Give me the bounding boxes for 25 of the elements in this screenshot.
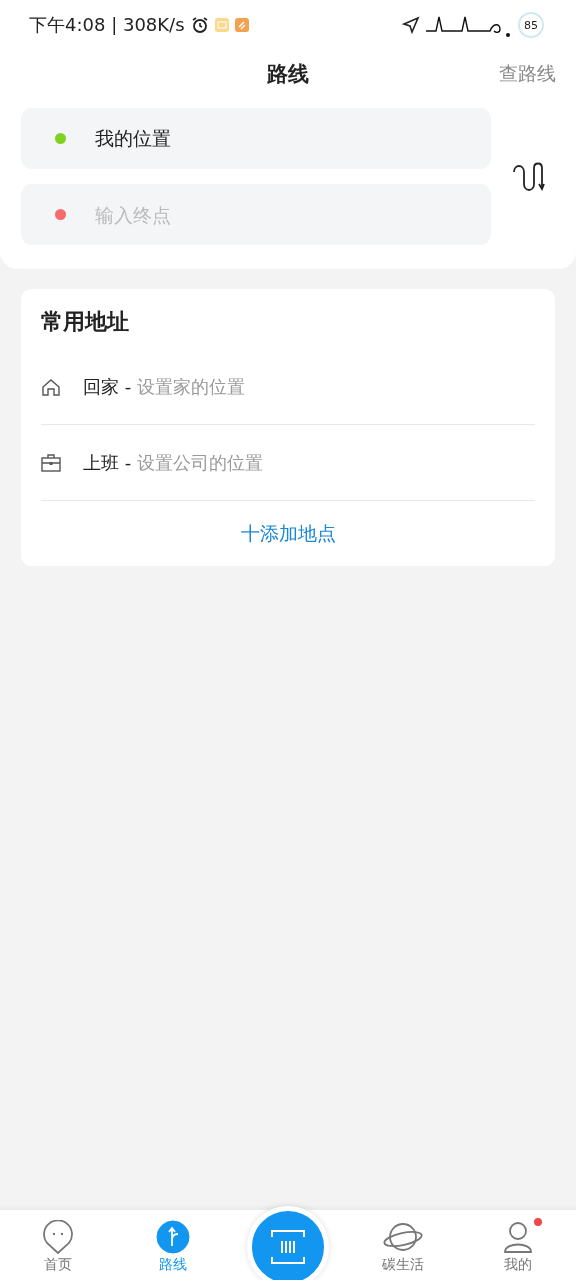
briefcase-icon <box>41 453 61 472</box>
find-route-link[interactable]: 查路线 <box>499 61 556 87</box>
tab-item[interactable]: 路线 <box>115 1220 231 1280</box>
location-pin-icon <box>41 1220 74 1254</box>
tab-item[interactable]: 我的 <box>460 1220 576 1280</box>
status-time: 下午4:08 | 308K/s <box>29 13 185 37</box>
mail-icon <box>214 18 229 32</box>
scan-icon <box>268 1227 308 1267</box>
home-icon <box>41 377 61 396</box>
planet-icon <box>383 1220 424 1254</box>
battery-indicator: 85 <box>518 12 544 38</box>
location-arrow-icon <box>402 16 420 34</box>
tab-item[interactable]: 碳生活 <box>345 1220 461 1280</box>
tab-item[interactable]: 首页 <box>0 1220 116 1280</box>
person-icon <box>502 1220 535 1254</box>
app-icon <box>234 18 249 32</box>
address-item[interactable]: 上班 - 设置公司的位置 <box>41 425 535 501</box>
address-item[interactable]: 回家 - 设置家的位置 <box>41 349 535 425</box>
add-place-button[interactable]: 十添加地点 <box>41 501 535 566</box>
start-field[interactable]: 我的位置 <box>21 108 491 169</box>
destination-field[interactable]: 输入终点 <box>21 184 491 245</box>
route-icon <box>155 1220 190 1254</box>
section-title: 常用地址 <box>41 308 130 336</box>
alarm-icon <box>190 16 209 34</box>
page-title: 路线 <box>267 61 309 88</box>
